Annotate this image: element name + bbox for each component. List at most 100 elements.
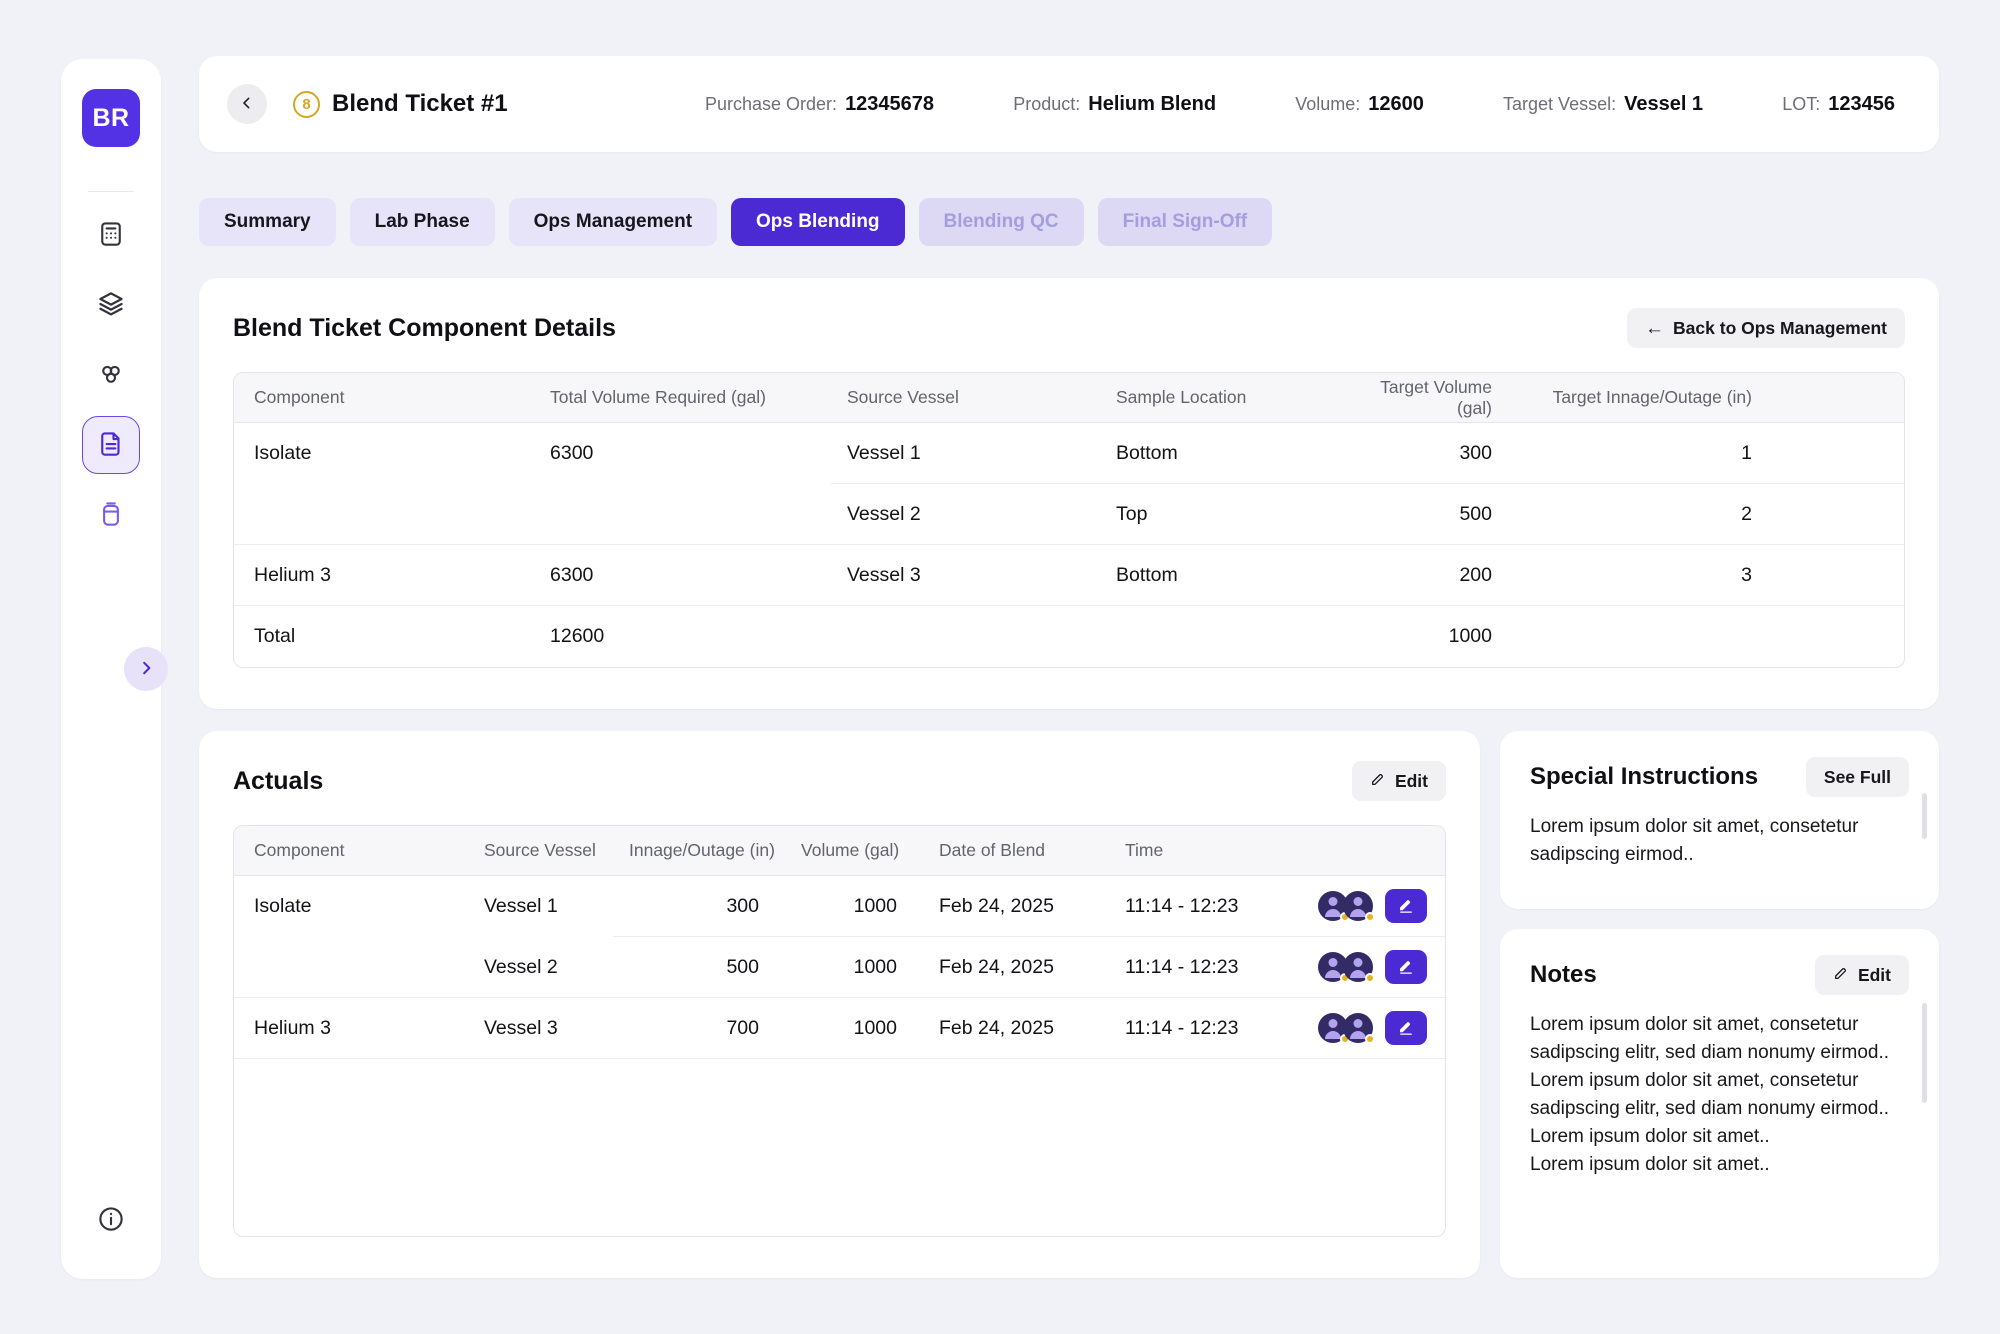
note-text: Lorem ipsum dolor sit amet.. bbox=[1530, 1123, 1895, 1151]
column-header: Time bbox=[1109, 840, 1281, 861]
column-header: Target Volume (gal) bbox=[1350, 377, 1500, 419]
notes-edit-button[interactable]: Edit bbox=[1815, 955, 1909, 995]
sidebar-item-calculator[interactable] bbox=[82, 206, 140, 264]
chevron-right-icon bbox=[137, 659, 155, 680]
back-button[interactable] bbox=[227, 84, 267, 124]
scrollbar[interactable] bbox=[1922, 793, 1927, 839]
sidebar-item-info[interactable] bbox=[82, 1191, 140, 1249]
blend-icon bbox=[96, 359, 126, 392]
tab-summary[interactable]: Summary bbox=[199, 198, 336, 246]
chevron-left-icon bbox=[239, 95, 255, 114]
table-cell: 11:14 - 12:23 bbox=[1109, 937, 1281, 998]
notes-edit-label: Edit bbox=[1858, 965, 1891, 986]
sidebar-item-layers[interactable] bbox=[82, 276, 140, 334]
avatar bbox=[1343, 891, 1373, 921]
component-details-table: ComponentTotal Volume Required (gal)Sour… bbox=[233, 372, 1905, 668]
table-cell: 1000 bbox=[785, 937, 923, 998]
see-full-button[interactable]: See Full bbox=[1806, 757, 1909, 797]
row-actions bbox=[1281, 937, 1445, 998]
table-cell: 700 bbox=[613, 998, 785, 1059]
column-header: Date of Blend bbox=[923, 840, 1109, 861]
field-value: 12345678 bbox=[845, 93, 934, 116]
layers-icon bbox=[96, 289, 126, 322]
sidebar-expand-button[interactable] bbox=[124, 647, 168, 691]
table-row: Vessel 2Top5002 bbox=[234, 484, 1904, 545]
table-cell bbox=[831, 606, 1100, 667]
tab-final-sign-off[interactable]: Final Sign-Off bbox=[1098, 198, 1273, 246]
pencil-icon bbox=[1833, 965, 1849, 986]
tab-ops-blending[interactable]: Ops Blending bbox=[731, 198, 905, 246]
notes-body: Lorem ipsum dolor sit amet, consetetur s… bbox=[1530, 1011, 1909, 1179]
table-cell bbox=[1760, 484, 1904, 545]
header-field: Volume:12600 bbox=[1295, 93, 1424, 116]
sign-button[interactable] bbox=[1385, 950, 1427, 984]
table-cell bbox=[234, 484, 534, 545]
field-value: Helium Blend bbox=[1088, 93, 1216, 116]
header-field: LOT:123456 bbox=[1782, 93, 1895, 116]
table-cell: Isolate bbox=[234, 876, 468, 937]
sign-button[interactable] bbox=[1385, 1011, 1427, 1045]
field-value: 12600 bbox=[1368, 93, 1424, 116]
scrollbar[interactable] bbox=[1922, 1003, 1927, 1103]
special-instructions-card: Special Instructions See Full Lorem ipsu… bbox=[1500, 731, 1939, 909]
table-cell: 1000 bbox=[1350, 606, 1500, 667]
field-label: LOT: bbox=[1782, 94, 1820, 115]
page-header: 8 Blend Ticket #1 Purchase Order:1234567… bbox=[199, 56, 1939, 152]
section-title-component-details: Blend Ticket Component Details bbox=[233, 314, 616, 343]
actuals-edit-button[interactable]: Edit bbox=[1352, 761, 1446, 801]
notes-card: Notes Edit Lorem ipsum dolor sit amet, c… bbox=[1500, 929, 1939, 1278]
tab-blending-qc[interactable]: Blending QC bbox=[919, 198, 1084, 246]
section-title-special-instructions: Special Instructions bbox=[1530, 763, 1758, 791]
calculator-icon bbox=[96, 219, 126, 252]
special-instructions-text: Lorem ipsum dolor sit amet, consetetur s… bbox=[1530, 813, 1909, 869]
table-cell: 1 bbox=[1500, 423, 1760, 484]
table-cell bbox=[1760, 423, 1904, 484]
page-title: Blend Ticket #1 bbox=[332, 90, 508, 118]
pencil-icon bbox=[1370, 771, 1386, 792]
note-text: Lorem ipsum dolor sit amet.. bbox=[1530, 1151, 1895, 1179]
table-total-row: Total126001000 bbox=[234, 606, 1904, 667]
table-cell: 1000 bbox=[785, 998, 923, 1059]
avatar bbox=[1343, 1013, 1373, 1043]
table-row: Isolate6300Vessel 1Bottom3001 bbox=[234, 423, 1904, 484]
sidebar-item-vessel[interactable] bbox=[82, 486, 140, 544]
column-header: Volume (gal) bbox=[785, 840, 923, 861]
column-header: Innage/Outage (in) bbox=[613, 840, 785, 861]
table-cell bbox=[1100, 606, 1350, 667]
table-cell: 11:14 - 12:23 bbox=[1109, 876, 1281, 937]
avatar-group bbox=[1318, 1013, 1373, 1043]
table-row: Vessel 25001000Feb 24, 202511:14 - 12:23 bbox=[234, 937, 1445, 998]
tab-bar: Summary Lab Phase Ops Management Ops Blendi… bbox=[199, 198, 1272, 246]
column-header: Component bbox=[234, 840, 468, 861]
table-cell bbox=[234, 937, 468, 998]
table-cell: 300 bbox=[613, 876, 785, 937]
header-fields: Purchase Order:12345678Product:Helium Bl… bbox=[705, 93, 1895, 116]
actuals-card: Actuals Edit ComponentSource VesselInnag… bbox=[199, 731, 1480, 1278]
section-title-notes: Notes bbox=[1530, 961, 1597, 989]
table-cell bbox=[1500, 606, 1760, 667]
actuals-edit-label: Edit bbox=[1395, 771, 1428, 792]
sidebar-item-blend-ticket[interactable] bbox=[82, 416, 140, 474]
table-cell: 11:14 - 12:23 bbox=[1109, 998, 1281, 1059]
table-cell: 3 bbox=[1500, 545, 1760, 606]
back-to-ops-management-label: Back to Ops Management bbox=[1673, 318, 1887, 339]
table-cell: 500 bbox=[613, 937, 785, 998]
avatar-group bbox=[1318, 891, 1373, 921]
table-cell bbox=[1760, 606, 1904, 667]
column-header: Total Volume Required (gal) bbox=[534, 387, 831, 408]
signature-pen-icon bbox=[1397, 896, 1415, 917]
sidebar-item-blend[interactable] bbox=[82, 346, 140, 404]
sign-button[interactable] bbox=[1385, 889, 1427, 923]
ticket-badge-icon: 8 bbox=[293, 91, 320, 118]
tab-lab-phase[interactable]: Lab Phase bbox=[350, 198, 495, 246]
actuals-table-header: ComponentSource VesselInnage/Outage (in)… bbox=[234, 826, 1445, 876]
table-cell: Isolate bbox=[234, 423, 534, 484]
table-cell bbox=[534, 484, 831, 545]
table-cell: Feb 24, 2025 bbox=[923, 998, 1109, 1059]
tab-ops-management[interactable]: Ops Management bbox=[509, 198, 717, 246]
field-label: Product: bbox=[1013, 94, 1080, 115]
table-cell: 1000 bbox=[785, 876, 923, 937]
table-cell: 300 bbox=[1350, 423, 1500, 484]
avatar-group bbox=[1318, 952, 1373, 982]
back-to-ops-management-button[interactable]: ← Back to Ops Management bbox=[1627, 308, 1905, 348]
